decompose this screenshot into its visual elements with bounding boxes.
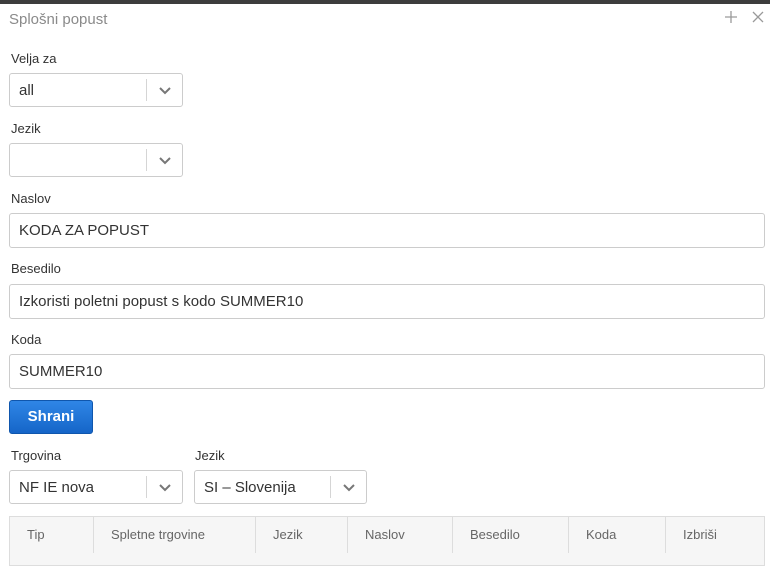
text-label: Besedilo	[11, 261, 61, 276]
chevron-down-icon	[159, 87, 171, 95]
heading-input[interactable]: KODA ZA POPUST	[9, 213, 765, 248]
discount-table: Tip Spletne trgovine Jezik Naslov Besedi…	[9, 516, 765, 566]
save-button[interactable]: Shrani	[9, 400, 93, 434]
column-header-heading[interactable]: Naslov	[348, 517, 453, 553]
text-input[interactable]: Izkoristi poletni popust s kodo SUMMER10	[9, 284, 765, 319]
store-filter-label: Trgovina	[11, 448, 62, 463]
code-input[interactable]: SUMMER10	[9, 354, 765, 389]
select-divider	[146, 149, 147, 171]
store-filter-select[interactable]: NF IE nova	[9, 470, 183, 504]
select-divider	[146, 476, 147, 498]
plus-icon-glyph	[725, 11, 737, 23]
chevron-down-icon	[343, 484, 355, 492]
column-header-delete[interactable]: Izbriši	[666, 517, 764, 553]
store-filter-value: NF IE nova	[19, 479, 95, 496]
language-label: Jezik	[11, 121, 41, 136]
column-header-language[interactable]: Jezik	[256, 517, 348, 553]
applies-to-label: Velja za	[11, 51, 57, 66]
language-filter-value: SI – Slovenija	[204, 479, 296, 496]
select-divider	[146, 79, 147, 101]
column-header-code[interactable]: Koda	[569, 517, 666, 553]
column-header-stores[interactable]: Spletne trgovine	[94, 517, 256, 553]
close-icon-glyph	[752, 11, 764, 23]
chevron-down-icon	[159, 484, 171, 492]
dialog-title: Splošni popust	[9, 11, 108, 28]
applies-to-value: all	[19, 82, 35, 99]
plus-icon[interactable]	[722, 10, 740, 28]
language-filter-select[interactable]: SI – Slovenija	[194, 470, 367, 504]
heading-label: Naslov	[11, 191, 51, 206]
close-icon[interactable]	[749, 10, 767, 28]
chevron-down-icon	[159, 157, 171, 165]
language-filter-label: Jezik	[195, 448, 225, 463]
code-label: Koda	[11, 332, 42, 347]
language-select[interactable]	[9, 143, 183, 177]
select-divider	[330, 476, 331, 498]
column-header-text[interactable]: Besedilo	[453, 517, 569, 553]
column-header-type[interactable]: Tip	[10, 517, 94, 553]
window-top-bar	[0, 0, 770, 4]
applies-to-select[interactable]: all	[9, 73, 183, 107]
